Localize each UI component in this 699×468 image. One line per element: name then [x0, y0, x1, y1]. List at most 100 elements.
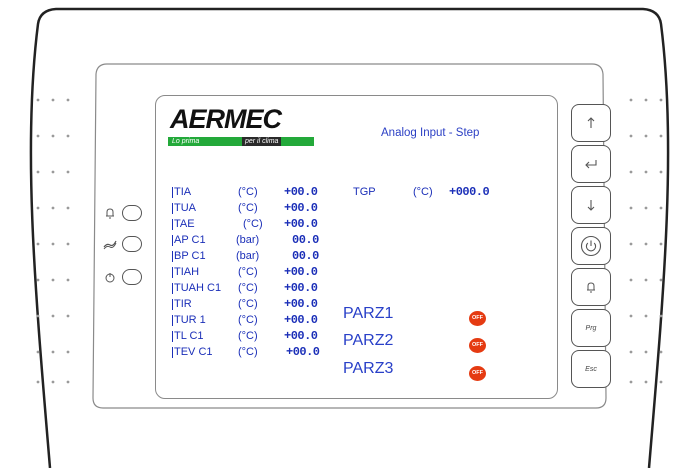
input-value: +00.0	[284, 185, 318, 199]
led-alarm-lamp	[122, 205, 142, 221]
input-name: TAE	[174, 218, 195, 230]
power-icon	[105, 273, 115, 283]
arrow-down-icon	[587, 200, 595, 211]
input-value: +00.0	[284, 265, 318, 279]
grille-dot	[629, 278, 633, 282]
logo-wordmark: AERMEC	[170, 104, 282, 134]
grille-dot	[644, 170, 648, 174]
grille-dot	[644, 314, 648, 318]
grille-dot	[659, 278, 663, 282]
input-row: TAE (°C) +00.0	[172, 217, 374, 231]
grille-dot	[36, 350, 40, 354]
alarm-bell-icon	[587, 282, 595, 293]
grille-dot	[36, 98, 40, 102]
grille-dot	[66, 98, 70, 102]
grille-dot	[644, 380, 648, 384]
grille-dot	[659, 350, 663, 354]
grille-dot	[51, 134, 55, 138]
grille-dot	[36, 278, 40, 282]
lcd-screen: AERMEC Lo prima per il clima Analog Inpu…	[155, 95, 558, 399]
esc-label: Esc	[585, 365, 597, 373]
up-button[interactable]	[571, 104, 611, 142]
input-unit: (bar)	[236, 234, 260, 246]
grille-dot	[629, 98, 633, 102]
prg-button[interactable]: Prg	[571, 309, 611, 347]
grille-dot	[66, 206, 70, 210]
input-name: TEV C1	[174, 346, 213, 358]
input-value: +00.0	[284, 281, 318, 295]
input-row: TIAH (°C) +00.0	[172, 265, 374, 279]
grille-dot	[36, 134, 40, 138]
input-name: TUAH C1	[174, 282, 222, 294]
input-value: +00.0	[286, 345, 320, 359]
grille-dot	[629, 206, 633, 210]
input-value: +00.0	[284, 329, 318, 343]
input-row: BP C1 (bar) 00.0	[172, 249, 374, 263]
grille-dot	[36, 242, 40, 246]
grille-dot	[644, 134, 648, 138]
input-name: TIA	[174, 186, 192, 198]
tgp-unit: (°C)	[413, 186, 433, 198]
parz-label: PARZ1	[343, 305, 394, 322]
grille-dot	[66, 242, 70, 246]
grille-dot	[629, 242, 633, 246]
input-name: TUR 1	[174, 314, 206, 326]
screen-title: Analog Input - Step	[381, 127, 480, 139]
grille-dot	[66, 134, 70, 138]
input-value: +00.0	[284, 217, 318, 231]
power-button[interactable]	[571, 227, 611, 265]
grille-dot	[644, 242, 648, 246]
grille-dot	[644, 206, 648, 210]
grille-dot	[644, 350, 648, 354]
parz-off-indicator: OFF	[469, 366, 486, 381]
grille-dot	[659, 98, 663, 102]
grille-dot	[36, 206, 40, 210]
grille-dot	[629, 380, 633, 384]
parz-off-indicator: OFF	[469, 338, 486, 353]
logo-tagline-right: per il clima	[242, 137, 282, 146]
parz-label: PARZ3	[343, 360, 394, 377]
prg-label: Prg	[585, 324, 597, 332]
input-value: +00.0	[284, 313, 318, 327]
tgp-name: TGP	[353, 186, 376, 198]
input-name: TUA	[174, 202, 196, 214]
grille-dot	[629, 350, 633, 354]
enter-button[interactable]	[571, 145, 611, 183]
input-name: TIR	[174, 298, 192, 310]
grille-dot	[51, 170, 55, 174]
enter-icon	[585, 160, 597, 169]
grille-dot	[36, 170, 40, 174]
tgp-row: TGP (°C) +000.0	[353, 185, 523, 199]
grille-dot	[51, 314, 55, 318]
input-row: AP C1 (bar) 00.0	[172, 233, 374, 247]
input-unit: (°C)	[238, 314, 258, 326]
power-icon	[580, 235, 602, 257]
parz-off-indicator: OFF	[469, 311, 486, 326]
down-button[interactable]	[571, 186, 611, 224]
grille-dot	[629, 134, 633, 138]
logo-tagline-left: Lo prima	[172, 138, 200, 145]
led-flow-lamp	[122, 236, 142, 252]
grille-dot	[644, 98, 648, 102]
input-name: TIAH	[174, 266, 200, 278]
grille-dot	[51, 380, 55, 384]
input-value: 00.0	[292, 249, 319, 263]
led-alarm	[100, 204, 150, 222]
aermec-logo: AERMEC Lo prima per il clima	[168, 104, 318, 152]
input-unit: (°C)	[238, 202, 258, 214]
grille-dot	[66, 350, 70, 354]
grille-dot	[659, 206, 663, 210]
grille-dot	[659, 380, 663, 384]
input-value: +00.0	[284, 297, 318, 311]
grille-dot	[659, 242, 663, 246]
grille-dot	[51, 206, 55, 210]
esc-button[interactable]: Esc	[571, 350, 611, 388]
grille-dot	[51, 278, 55, 282]
alarm-button[interactable]	[571, 268, 611, 306]
input-unit: (°C)	[238, 330, 258, 342]
input-row: TUAH C1 (°C) +00.0	[172, 281, 374, 295]
input-unit: (°C)	[238, 298, 258, 310]
grille-dot	[659, 314, 663, 318]
grille-dot	[629, 170, 633, 174]
input-value: +00.0	[284, 201, 318, 215]
